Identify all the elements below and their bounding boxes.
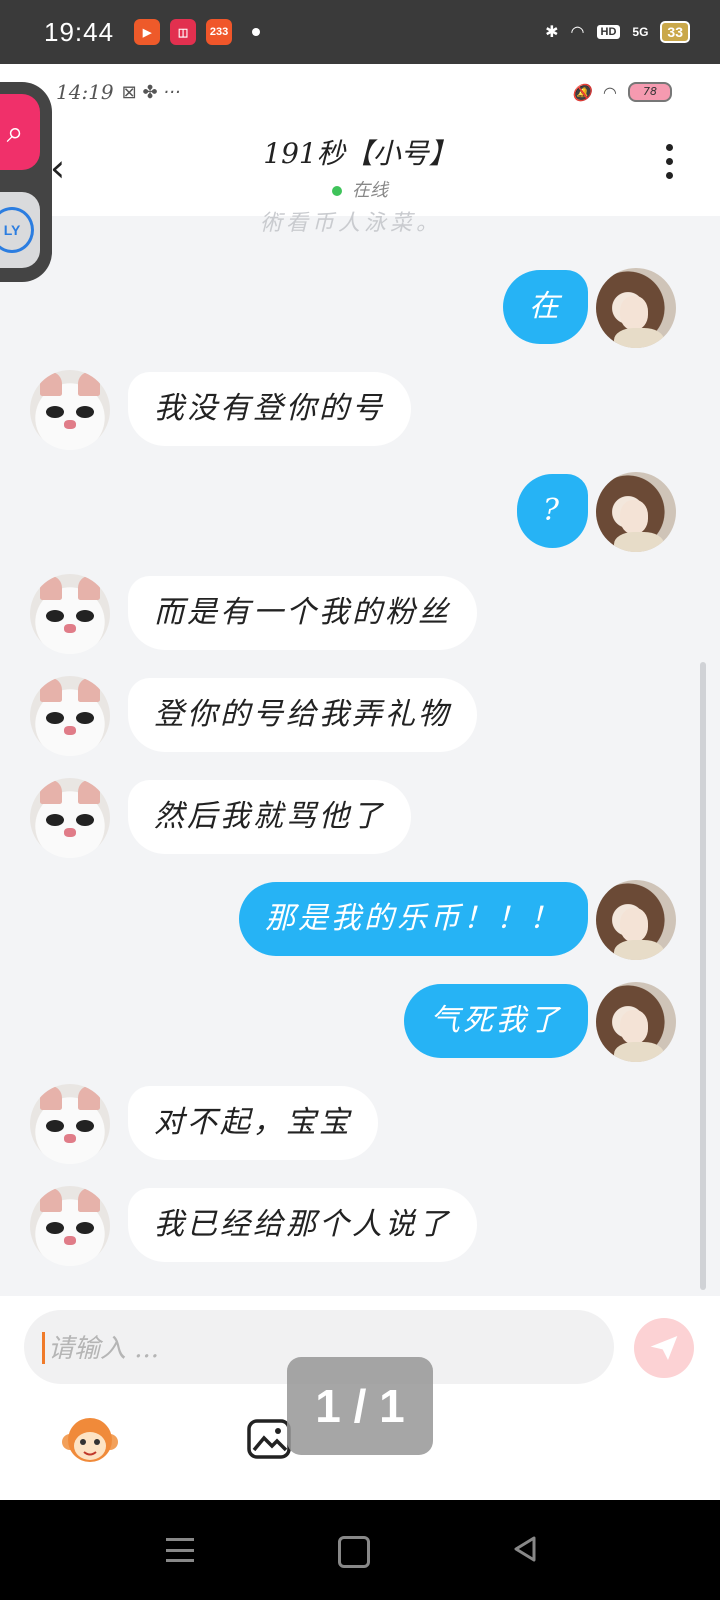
image-picker-icon[interactable]: [246, 1416, 292, 1462]
message-bubble[interactable]: 气死我了: [404, 984, 588, 1058]
send-button[interactable]: [634, 1318, 694, 1378]
inner-time: 14:19: [56, 80, 114, 104]
more-options-icon[interactable]: [666, 144, 674, 179]
message-bubble[interactable]: 登你的号给我弄礼物: [128, 678, 477, 752]
message-bubble[interactable]: 然后我就骂他了: [128, 780, 411, 854]
hd-icon: HD: [596, 25, 621, 39]
online-dot-icon: [332, 186, 342, 196]
avatar[interactable]: [30, 676, 110, 756]
system-status-bar: 19:44 ▶ ◫ 233 ✱ ◠ HD 5G 33: [0, 0, 720, 64]
page-indicator: 1 / 1: [287, 1357, 433, 1455]
avatar[interactable]: [30, 574, 110, 654]
recent-apps-icon[interactable]: [166, 1538, 194, 1562]
inner-wifi-icon: ◠: [603, 82, 616, 102]
faded-previous-text: 術看币人泳菜。: [260, 211, 443, 236]
input-placeholder: 请输入 ...: [48, 1334, 160, 1364]
floating-ly-button[interactable]: LY: [0, 192, 40, 268]
inner-status-bar: 14:19 ⊠ ✤ ··· 🔕 ◠ 78: [0, 64, 720, 120]
send-plane-icon: [650, 1336, 678, 1360]
floating-search-icon[interactable]: ⌕: [0, 94, 40, 170]
message-bubble[interactable]: 在: [503, 270, 588, 344]
ly-logo-icon: LY: [0, 207, 34, 253]
home-icon[interactable]: [338, 1536, 370, 1568]
avatar[interactable]: [596, 982, 676, 1062]
notification-dot-icon: [252, 28, 261, 36]
avatar[interactable]: [596, 880, 676, 960]
mute-bell-icon: 🔕: [571, 82, 592, 102]
bluetooth-icon: ✱: [545, 24, 559, 41]
wifi-icon: ◠: [570, 24, 585, 41]
notification-app-icons: ▶ ◫ 233: [134, 19, 233, 45]
system-navigation-bar: [0, 1500, 720, 1600]
video-app-icon: ▶: [134, 19, 161, 45]
avatar[interactable]: [596, 268, 676, 348]
message-bubble[interactable]: 我没有登你的号: [128, 372, 411, 446]
inner-battery-icon: 78: [628, 82, 672, 102]
signal-5g-icon: 5G: [632, 25, 649, 39]
shop-app-icon: ◫: [170, 19, 197, 45]
message-bubble[interactable]: 对不起，宝宝: [128, 1086, 378, 1160]
emoji-monkey-icon[interactable]: [60, 1412, 120, 1468]
battery-icon: 33: [660, 21, 690, 43]
avatar[interactable]: [30, 778, 110, 858]
chat-scrollbar[interactable]: [700, 662, 706, 1290]
message-bubble[interactable]: 而是有一个我的粉丝: [128, 576, 477, 650]
system-time: 19:44: [44, 16, 115, 47]
233-app-icon: 233: [206, 19, 233, 45]
text-caret: [42, 1332, 45, 1364]
chat-header: ‹ 191秒【小号】 在线: [0, 120, 720, 216]
message-bubble[interactable]: 我已经给那个人说了: [128, 1188, 477, 1262]
avatar[interactable]: [30, 1186, 110, 1266]
back-triangle-icon[interactable]: [510, 1534, 540, 1564]
chat-title: 191秒【小号】: [263, 137, 457, 170]
message-bubble[interactable]: ?: [516, 474, 588, 548]
avatar[interactable]: [30, 370, 110, 450]
message-bubble[interactable]: 那是我的乐币！！！: [239, 882, 588, 956]
online-status-label: 在线: [352, 180, 388, 201]
online-status: 在线: [0, 176, 720, 202]
inner-notification-icons: ⊠ ✤ ···: [121, 81, 181, 103]
avatar[interactable]: [30, 1084, 110, 1164]
avatar[interactable]: [596, 472, 676, 552]
floating-side-widget[interactable]: ⌕ LY: [0, 82, 52, 282]
